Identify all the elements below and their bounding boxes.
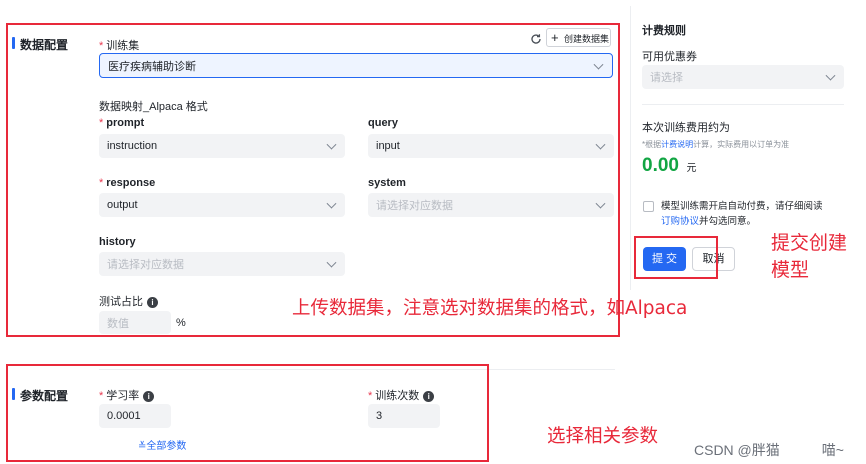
params-annotation: 选择相关参数	[547, 426, 659, 447]
submit-annotation: 提交创建 模型	[771, 232, 848, 281]
agree-checkbox[interactable]	[643, 201, 654, 212]
coupon-select[interactable]: 请选择	[642, 65, 844, 89]
agreement-link[interactable]: 订购协议	[661, 216, 699, 227]
fee-amount: 0.00 元	[642, 155, 697, 176]
watermark: CSDN @胖猫 喵~	[694, 442, 844, 458]
upload-annotation: 上传数据集，注意选对数据集的格式，如Alpaca	[292, 298, 688, 319]
annotation-box-params	[6, 364, 489, 462]
fee-note: *根据计费说明计算，实际费用以订单为准	[642, 140, 790, 149]
annotation-box-data	[6, 23, 620, 337]
billing-title: 计费规则	[642, 25, 686, 37]
annotation-box-submit	[634, 236, 718, 279]
billing-doc-link[interactable]: 计费说明	[661, 140, 693, 149]
fee-title: 本次训练费用约为	[642, 122, 730, 134]
agree-text: 模型训练需开启自动付费，请仔细阅读 订购协议并勾选同意。	[661, 201, 823, 227]
billing-divider	[642, 104, 844, 105]
chevron-down-icon	[825, 70, 836, 81]
coupon-label: 可用优惠券	[642, 51, 697, 63]
